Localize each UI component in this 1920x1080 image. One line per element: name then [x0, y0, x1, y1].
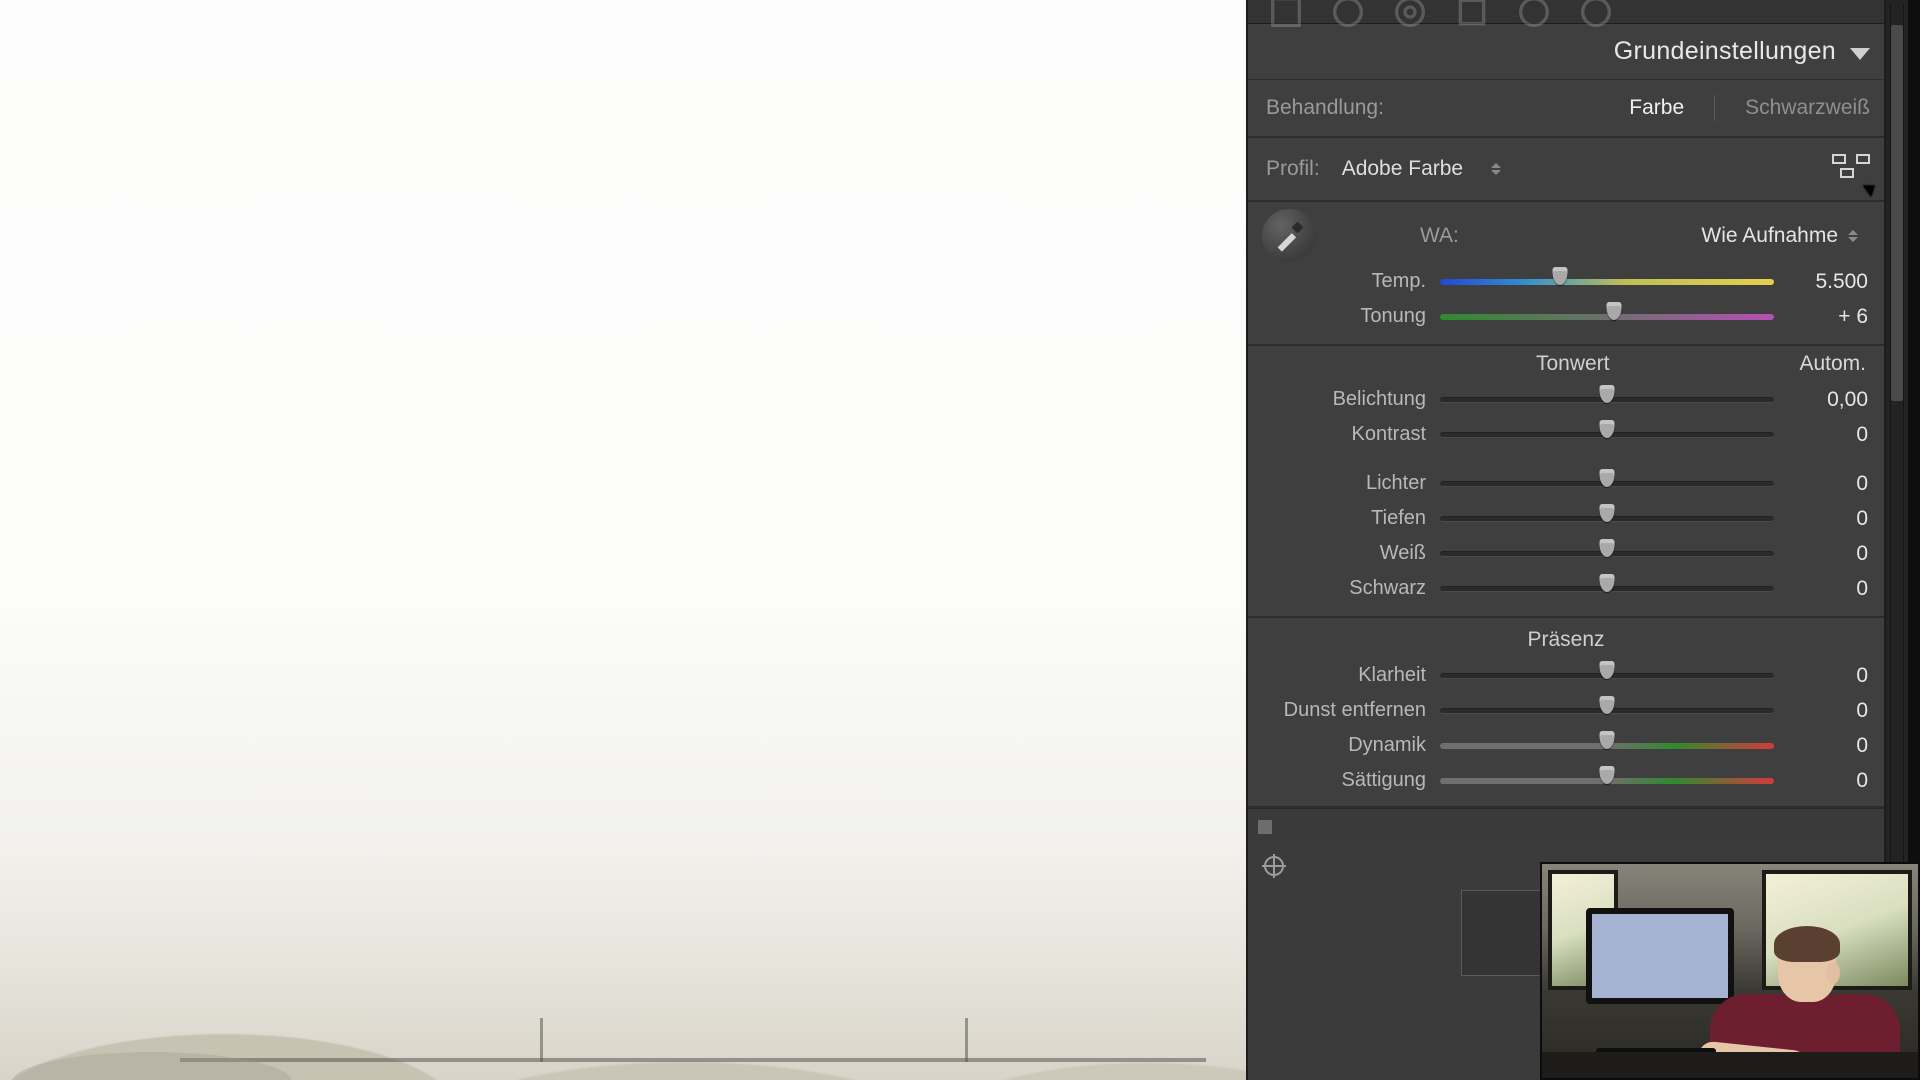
- tint-slider: Tonung + 6: [1248, 299, 1884, 334]
- profile-value[interactable]: Adobe Farbe: [1342, 157, 1463, 181]
- preview-bridge: [180, 1058, 1206, 1062]
- saturation-slider: Sättigung 0: [1248, 763, 1884, 798]
- basic-panel-header[interactable]: Grundeinstellungen: [1248, 24, 1884, 80]
- presence-heading: Präsenz: [1248, 618, 1884, 658]
- basic-panel-title: Grundeinstellungen: [1614, 37, 1836, 66]
- dehaze-slider: Dunst entfernen 0: [1248, 693, 1884, 728]
- highlights-slider: Lichter 0: [1248, 466, 1884, 501]
- temp-value[interactable]: 5.500: [1774, 270, 1868, 294]
- spot-tool-icon[interactable]: [1328, 3, 1368, 21]
- clarity-slider: Klarheit 0: [1248, 658, 1884, 693]
- vibrance-slider: Dynamik 0: [1248, 728, 1884, 763]
- profile-browser-icon[interactable]: [1832, 154, 1870, 184]
- treatment-label: Behandlung:: [1266, 96, 1384, 120]
- brush-tool-icon[interactable]: [1576, 3, 1616, 21]
- cursor-icon: [1864, 181, 1878, 196]
- tone-heading: Tonwert: [1346, 352, 1799, 376]
- collapse-icon[interactable]: [1850, 48, 1870, 60]
- treatment-bw[interactable]: Schwarzweiß: [1745, 96, 1870, 120]
- wb-stepper-icon[interactable]: [1848, 230, 1858, 242]
- exposure-slider: Belichtung 0,00: [1248, 382, 1884, 417]
- crop-tool-icon[interactable]: [1266, 3, 1306, 21]
- blacks-slider: Schwarz 0: [1248, 571, 1884, 606]
- tool-strip: [1248, 0, 1884, 24]
- temp-slider: Temp. 5.500: [1248, 264, 1884, 299]
- wb-preset[interactable]: Wie Aufnahme: [1701, 224, 1838, 248]
- panel-switch-icon[interactable]: [1258, 820, 1272, 834]
- gradient-tool-icon[interactable]: [1452, 3, 1492, 21]
- whites-slider: Weiß 0: [1248, 536, 1884, 571]
- targeted-adjust-icon[interactable]: [1264, 856, 1284, 876]
- profile-stepper-icon[interactable]: [1491, 163, 1501, 175]
- tint-value[interactable]: + 6: [1774, 305, 1868, 329]
- scroll-thumb[interactable]: [1891, 25, 1903, 400]
- radial-tool-icon[interactable]: [1514, 3, 1554, 21]
- auto-tone-button[interactable]: Autom.: [1799, 352, 1866, 376]
- treatment-color[interactable]: Farbe: [1629, 96, 1684, 120]
- treatment-row: Behandlung: Farbe Schwarzweiß: [1248, 80, 1884, 136]
- redeye-tool-icon[interactable]: [1390, 3, 1430, 21]
- shadows-slider: Tiefen 0: [1248, 501, 1884, 536]
- contrast-slider: Kontrast 0: [1248, 417, 1884, 452]
- panel-toggle-strip: [1248, 808, 1884, 844]
- profile-label: Profil:: [1266, 157, 1320, 181]
- white-balance-picker-icon[interactable]: [1262, 209, 1316, 263]
- image-preview[interactable]: [0, 0, 1246, 1080]
- wb-label: WA:: [1420, 224, 1459, 248]
- webcam-overlay: [1540, 862, 1920, 1080]
